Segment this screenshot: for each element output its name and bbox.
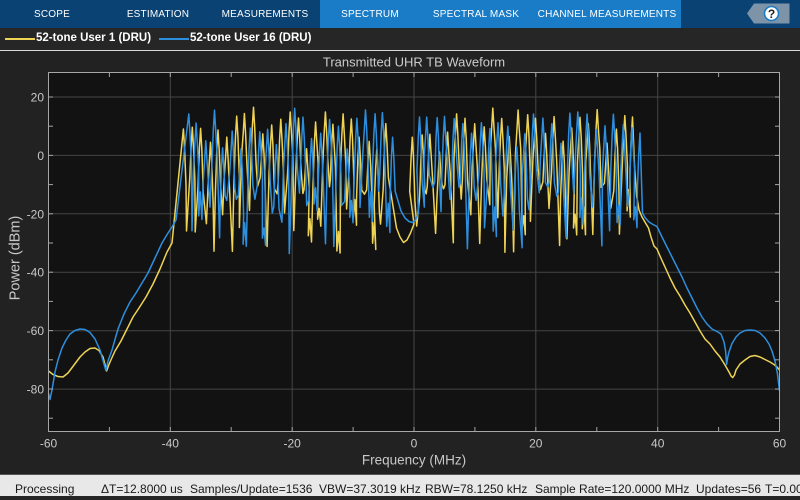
svg-text:?: ? <box>768 7 775 21</box>
svg-text:-20: -20 <box>27 207 45 221</box>
svg-text:Power (dBm): Power (dBm) <box>8 216 24 301</box>
svg-text:Frequency (MHz): Frequency (MHz) <box>362 453 466 468</box>
svg-text:0: 0 <box>411 437 418 451</box>
svg-text:-60: -60 <box>27 324 45 338</box>
svg-text:40: 40 <box>651 437 665 451</box>
svg-text:20: 20 <box>31 91 45 105</box>
svg-text:-60: -60 <box>40 437 58 451</box>
svg-text:-40: -40 <box>162 437 180 451</box>
svg-text:-20: -20 <box>284 437 302 451</box>
svg-text:Transmitted UHR TB Waveform: Transmitted UHR TB Waveform <box>323 55 505 70</box>
svg-text:20: 20 <box>529 437 543 451</box>
svg-text:-80: -80 <box>27 383 45 397</box>
svg-text:60: 60 <box>773 437 787 451</box>
svg-text:0: 0 <box>37 149 44 163</box>
svg-text:-40: -40 <box>27 266 45 280</box>
